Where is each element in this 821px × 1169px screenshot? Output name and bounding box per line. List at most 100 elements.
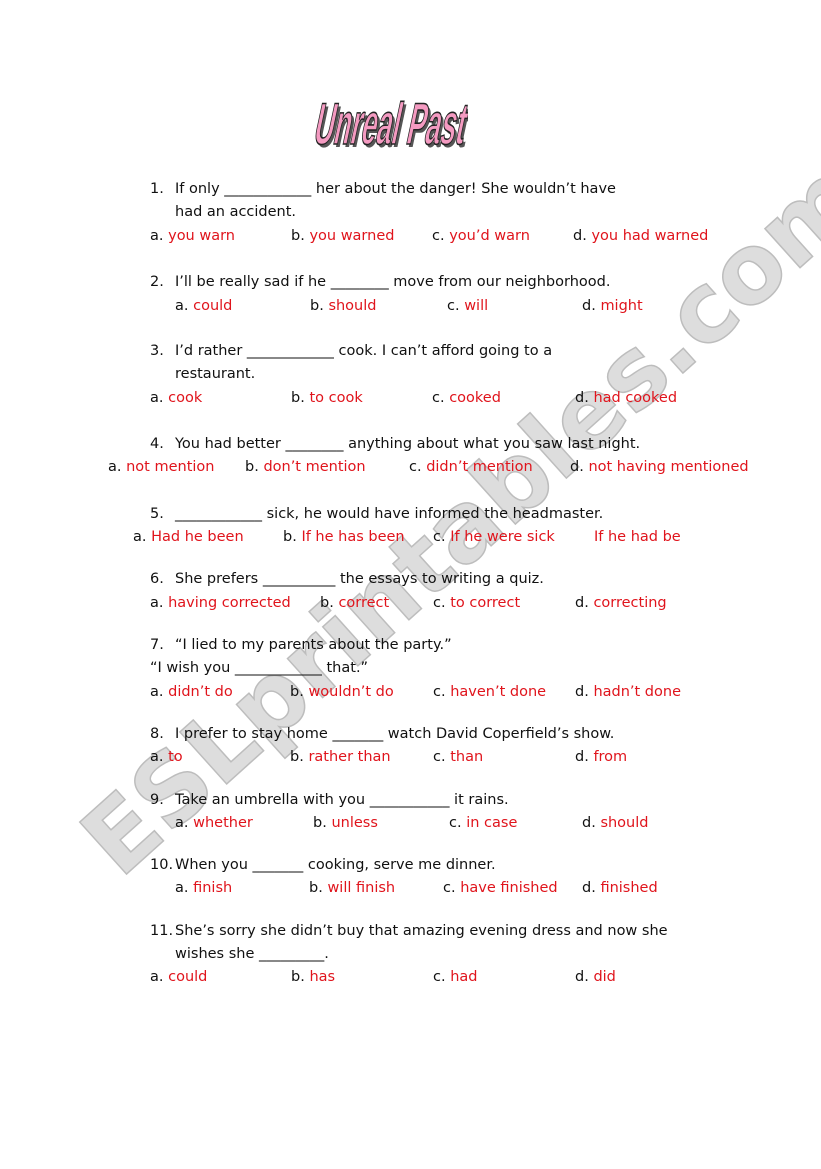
option-a[interactable]: a. didn’t do [150, 683, 233, 701]
option-c[interactable]: c. than [433, 748, 483, 766]
option-text: could [168, 969, 208, 985]
option-text: than [450, 749, 484, 765]
option-letter: d. [575, 969, 589, 985]
option-text: correcting [593, 595, 667, 611]
question-number: 2. [150, 274, 164, 290]
option-letter: c. [433, 749, 446, 765]
option-c[interactable]: c. cooked [432, 389, 501, 407]
option-c[interactable]: c. in case [449, 814, 517, 832]
option-d[interactable]: d. did [575, 968, 616, 986]
option-a[interactable]: a. Had he been [133, 528, 244, 546]
option-letter: a. [150, 684, 164, 700]
option-c[interactable]: c. you’d warn [432, 227, 530, 245]
option-letter: c. [449, 815, 462, 831]
option-text: didn’t do [168, 684, 233, 700]
option-text: have finished [460, 880, 558, 896]
option-text: didn’t mention [426, 459, 533, 475]
option-b[interactable]: b. If he has been [283, 528, 405, 546]
option-text: from [593, 749, 628, 765]
option-letter: a. [108, 459, 122, 475]
option-d[interactable]: d. not having mentioned [570, 458, 749, 476]
option-d[interactable]: d. you had warned [573, 227, 708, 245]
option-letter: d. [575, 749, 589, 765]
question-text: You had better ________ anything about w… [175, 436, 641, 452]
option-text: not mention [126, 459, 215, 475]
question-text: I’ll be really sad if he ________ move f… [175, 274, 611, 290]
option-c[interactable]: c. If he were sick [433, 528, 555, 546]
option-text: cook [168, 390, 203, 406]
page-title: Unreal Past Unreal Past [309, 91, 468, 156]
option-text: you’d warn [449, 228, 530, 244]
option-text: you warned [309, 228, 395, 244]
option-letter: d. [582, 880, 596, 896]
option-text: will finish [327, 880, 396, 896]
option-c[interactable]: c. have finished [443, 879, 558, 897]
option-text: having corrected [168, 595, 291, 611]
option-text: did [593, 969, 616, 985]
option-b[interactable]: b. should [310, 297, 376, 315]
option-c[interactable]: c. to correct [433, 594, 520, 612]
option-a[interactable]: a. having corrected [150, 594, 291, 612]
option-text: If he has been [301, 529, 405, 545]
option-text: wouldn’t do [308, 684, 394, 700]
option-b[interactable]: b. to cook [291, 389, 363, 407]
option-b[interactable]: b. wouldn’t do [290, 683, 394, 701]
option-b[interactable]: b. will finish [309, 879, 395, 897]
option-a[interactable]: a. whether [175, 814, 253, 832]
option-c[interactable]: c. didn’t mention [409, 458, 533, 476]
option-d[interactable]: If he had be [594, 528, 681, 546]
option-d[interactable]: d. from [575, 748, 627, 766]
option-letter: c. [447, 298, 460, 314]
option-a[interactable]: a. not mention [108, 458, 214, 476]
option-text: will [464, 298, 489, 314]
option-d[interactable]: d. correcting [575, 594, 667, 612]
option-c[interactable]: c. had [433, 968, 477, 986]
option-b[interactable]: b. correct [320, 594, 389, 612]
option-c[interactable]: c. will [447, 297, 488, 315]
option-c[interactable]: c. haven’t done [433, 683, 546, 701]
option-letter: a. [150, 228, 164, 244]
question-number: 8. [150, 726, 164, 742]
option-letter: c. [432, 228, 445, 244]
option-letter: b. [310, 298, 324, 314]
option-letter: b. [309, 880, 323, 896]
option-d[interactable]: d. might [582, 297, 643, 315]
option-a[interactable]: a. you warn [150, 227, 235, 245]
option-a[interactable]: a. could [150, 968, 207, 986]
option-a[interactable]: a. finish [175, 879, 232, 897]
option-d[interactable]: d. should [582, 814, 648, 832]
option-d[interactable]: d. had cooked [575, 389, 677, 407]
option-letter: d. [575, 595, 589, 611]
option-text: might [600, 298, 643, 314]
option-letter: b. [320, 595, 334, 611]
option-b[interactable]: b. unless [313, 814, 378, 832]
option-d[interactable]: d. finished [582, 879, 658, 897]
question-number: 3. [150, 343, 164, 359]
option-letter: c. [433, 529, 446, 545]
option-text: not having mentioned [588, 459, 749, 475]
option-letter: a. [150, 595, 164, 611]
question-number: 6. [150, 571, 164, 587]
question-text: Take an umbrella with you ___________ it… [175, 792, 509, 808]
option-text: unless [331, 815, 378, 831]
option-a[interactable]: a. could [175, 297, 232, 315]
option-letter: a. [150, 390, 164, 406]
question-text: I prefer to stay home _______ watch Davi… [175, 726, 615, 742]
option-letter: d. [575, 684, 589, 700]
option-b[interactable]: b. you warned [291, 227, 394, 245]
question-number: 11. [150, 923, 174, 939]
option-a[interactable]: a. cook [150, 389, 202, 407]
option-b[interactable]: b. rather than [290, 748, 391, 766]
question-text: When you _______ cooking, serve me dinne… [175, 857, 496, 873]
option-d[interactable]: d. hadn’t done [575, 683, 681, 701]
option-letter: d. [575, 390, 589, 406]
option-b[interactable]: b. has [291, 968, 335, 986]
option-text: could [193, 298, 233, 314]
option-text: whether [193, 815, 253, 831]
option-a[interactable]: a. to [150, 748, 183, 766]
question-number: 7. [150, 637, 164, 653]
option-text: hadn’t done [593, 684, 681, 700]
option-b[interactable]: b. don’t mention [245, 458, 366, 476]
option-letter: a. [175, 815, 189, 831]
option-letter: c. [443, 880, 456, 896]
